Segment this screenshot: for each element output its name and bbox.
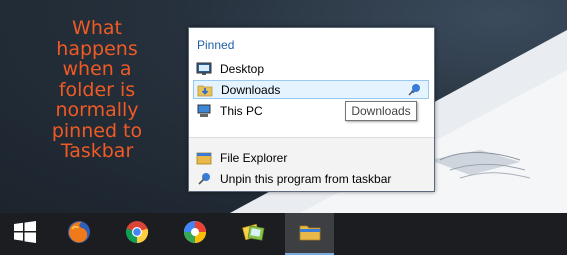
task-file-explorer[interactable]: File Explorer bbox=[193, 148, 429, 167]
pin-icon[interactable] bbox=[406, 82, 422, 98]
caption-line: when a bbox=[62, 58, 132, 80]
jump-item-label: Downloads bbox=[221, 82, 281, 97]
windows-start-icon bbox=[12, 219, 38, 250]
jump-item-downloads[interactable]: Downloads bbox=[193, 80, 429, 99]
file-explorer-icon bbox=[297, 219, 323, 250]
taskbar-chrome[interactable] bbox=[112, 213, 161, 255]
pinned-header: Pinned bbox=[197, 38, 235, 52]
jump-item-label: Desktop bbox=[220, 61, 265, 76]
caption-line: Taskbar bbox=[60, 140, 134, 162]
taskbar-firefox[interactable] bbox=[54, 213, 103, 255]
caption-line: What bbox=[72, 17, 122, 39]
taskbar-photo-gallery[interactable] bbox=[228, 213, 277, 255]
caption-line: happens bbox=[56, 37, 138, 60]
task-label: Unpin this program from taskbar bbox=[220, 171, 392, 186]
task-unpin-from-taskbar[interactable]: Unpin this program from taskbar bbox=[193, 169, 429, 188]
firefox-icon bbox=[66, 219, 92, 250]
this-pc-icon bbox=[196, 103, 212, 119]
caption-line: folder is bbox=[58, 78, 136, 101]
picasa-icon bbox=[182, 219, 208, 250]
jump-item-desktop[interactable]: Desktop bbox=[193, 59, 429, 78]
taskbar-file-explorer[interactable] bbox=[285, 213, 334, 255]
desktop-icon bbox=[196, 61, 212, 77]
taskbar-picasa[interactable] bbox=[170, 213, 219, 255]
chrome-icon bbox=[124, 219, 150, 250]
file-explorer-icon bbox=[196, 150, 212, 166]
caption-line: pinned to bbox=[51, 119, 143, 142]
downloads-tooltip: Downloads bbox=[345, 101, 417, 121]
caption-text: What happens when a folder is normally p… bbox=[42, 18, 152, 162]
live-gallery-icon bbox=[240, 219, 266, 250]
task-label: File Explorer bbox=[220, 150, 288, 165]
unpin-icon bbox=[196, 171, 212, 187]
downloads-folder-icon bbox=[197, 82, 213, 98]
start-button[interactable] bbox=[0, 213, 49, 255]
jump-item-label: This PC bbox=[220, 103, 263, 118]
taskbar bbox=[0, 213, 567, 255]
caption-line: normally bbox=[55, 99, 139, 121]
